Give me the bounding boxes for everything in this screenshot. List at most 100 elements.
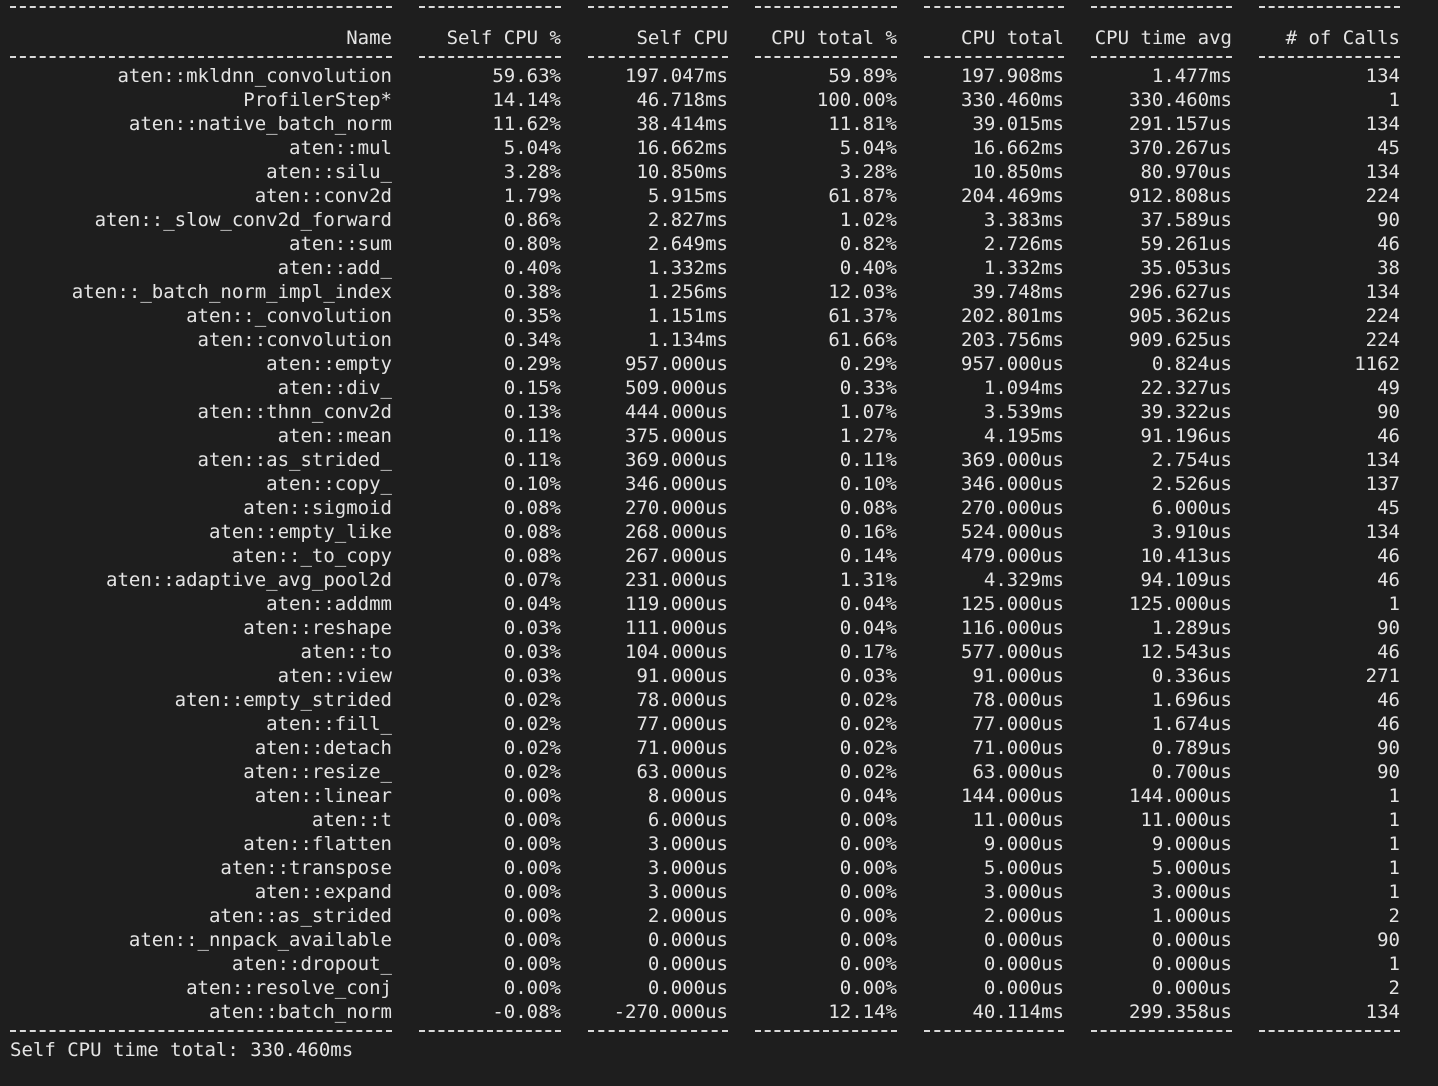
metric-cell: 12.14% — [828, 1001, 897, 1023]
metric-cell: 63.000us — [636, 761, 728, 783]
metric-cell: 0.000us — [647, 977, 728, 999]
op-name-cell: aten::empty_strided — [174, 689, 392, 711]
metric-cell: 524.000us — [961, 521, 1064, 543]
table-row: aten::as_strided_ 0.11% 369.000us 0.11% 369.… — [10, 448, 1420, 472]
metric-cell: 78.000us — [636, 689, 728, 711]
metric-cell: 134 — [1365, 449, 1400, 471]
table-row: aten::addmm 0.04% 119.000us 0.04% 125.000us 1… — [10, 592, 1420, 616]
op-name-cell: aten::mul — [289, 137, 392, 159]
table-row: aten::empty_strided 0.02% 78.000us 0.02% 78.… — [10, 688, 1420, 712]
metric-cell: 0.29% — [503, 353, 561, 375]
metric-cell: 0.00% — [503, 857, 561, 879]
metric-cell: 375.000us — [625, 425, 728, 447]
metric-cell: 0.02% — [503, 761, 561, 783]
op-name-cell: aten::_batch_norm_impl_index — [71, 281, 392, 303]
op-name-cell: aten::silu_ — [266, 161, 392, 183]
metric-cell: 1.332ms — [647, 257, 728, 279]
metric-cell: 14.14% — [492, 89, 561, 111]
metric-cell: 90 — [1377, 929, 1400, 951]
metric-cell: 5.000us — [983, 857, 1064, 879]
metric-cell: 0.000us — [983, 929, 1064, 951]
table-row: aten::_convolution 0.35% 1.151ms 61.37% 202.… — [10, 304, 1420, 328]
metric-cell: -270.000us — [613, 1001, 728, 1023]
metric-cell: 46 — [1377, 713, 1400, 735]
metric-cell: 2.827ms — [647, 209, 728, 231]
metric-cell: 0.02% — [839, 689, 897, 711]
table-row: aten::convolution 0.34% 1.134ms 61.66% 203.7… — [10, 328, 1420, 352]
metric-cell: 46 — [1377, 689, 1400, 711]
metric-cell: 0.11% — [839, 449, 897, 471]
metric-cell: 1.000us — [1151, 905, 1232, 927]
metric-cell: 0.00% — [839, 977, 897, 999]
metric-cell: 6.000us — [1151, 497, 1232, 519]
metric-cell: 1 — [1388, 593, 1400, 615]
metric-cell: 46 — [1377, 641, 1400, 663]
metric-cell: 0.00% — [503, 785, 561, 807]
metric-cell: 0.03% — [839, 665, 897, 687]
table-row: aten::as_strided 0.00% 2.000us 0.00% 2.000us… — [10, 904, 1420, 928]
metric-cell: 346.000us — [625, 473, 728, 495]
metric-cell: 12.03% — [828, 281, 897, 303]
metric-cell: 3.000us — [1151, 881, 1232, 903]
table-row: aten::empty 0.29% 957.000us 0.29% 957.000us 0… — [10, 352, 1420, 376]
metric-cell: 63.000us — [972, 761, 1064, 783]
op-name-cell: aten::empty — [266, 353, 392, 375]
table-row: aten::expand 0.00% 3.000us 0.00% 3.000us 3.00… — [10, 880, 1420, 904]
metric-cell: 3.000us — [647, 881, 728, 903]
metric-cell: 1.696us — [1151, 689, 1232, 711]
metric-cell: 270.000us — [961, 497, 1064, 519]
metric-cell: 0.34% — [503, 329, 561, 351]
op-name-cell: aten::sigmoid — [243, 497, 392, 519]
metric-cell: 0.00% — [503, 929, 561, 951]
metric-cell: 80.970us — [1140, 161, 1232, 183]
table-row: aten::fill_ 0.02% 77.000us 0.02% 77.000us 1.6… — [10, 712, 1420, 736]
metric-cell: 1 — [1388, 857, 1400, 879]
metric-cell: 224 — [1365, 185, 1400, 207]
table-body: aten::mkldnn_convolution 59.63% 197.047ms 5… — [10, 64, 1420, 1024]
metric-cell: 0.000us — [647, 929, 728, 951]
table-row: aten::transpose 0.00% 3.000us 0.00% 5.000us 5… — [10, 856, 1420, 880]
table-row: aten::detach 0.02% 71.000us 0.02% 71.000us 0.… — [10, 736, 1420, 760]
metric-cell: 444.000us — [625, 401, 728, 423]
column-header: CPU total — [961, 27, 1064, 49]
metric-cell: 2.649ms — [647, 233, 728, 255]
metric-cell: 35.053us — [1140, 257, 1232, 279]
column-header: CPU total % — [771, 27, 897, 49]
op-name-cell: aten::add_ — [277, 257, 392, 279]
metric-cell: 0.04% — [503, 593, 561, 615]
metric-cell: 0.40% — [839, 257, 897, 279]
metric-cell: 1 — [1388, 833, 1400, 855]
metric-cell: 0.08% — [503, 545, 561, 567]
metric-cell: 45 — [1377, 497, 1400, 519]
metric-cell: 0.29% — [839, 353, 897, 375]
metric-cell: 0.02% — [839, 713, 897, 735]
metric-cell: 134 — [1365, 281, 1400, 303]
metric-cell: 0.00% — [839, 857, 897, 879]
table-row: aten::reshape 0.03% 111.000us 0.04% 116.000u… — [10, 616, 1420, 640]
metric-cell: 0.00% — [839, 905, 897, 927]
metric-cell: 137 — [1365, 473, 1400, 495]
metric-cell: 224 — [1365, 305, 1400, 327]
op-name-cell: aten::mkldnn_convolution — [117, 65, 392, 87]
metric-cell: 119.000us — [625, 593, 728, 615]
metric-cell: 90 — [1377, 761, 1400, 783]
metric-cell: 3.000us — [647, 833, 728, 855]
metric-cell: 61.87% — [828, 185, 897, 207]
metric-cell: 509.000us — [625, 377, 728, 399]
table-row: aten::view 0.03% 91.000us 0.03% 91.000us 0.33… — [10, 664, 1420, 688]
metric-cell: 0.08% — [839, 497, 897, 519]
metric-cell: 197.908ms — [961, 65, 1064, 87]
op-name-cell: aten::flatten — [243, 833, 392, 855]
table-row: aten::dropout_ 0.00% 0.000us 0.00% 0.000us 0.… — [10, 952, 1420, 976]
metric-cell: 0.02% — [839, 737, 897, 759]
metric-cell: 1 — [1388, 809, 1400, 831]
table-row: aten::silu_ 3.28% 10.850ms 3.28% 10.850ms 80.… — [10, 160, 1420, 184]
op-name-cell: aten::as_strided_ — [197, 449, 392, 471]
column-header: CPU time avg — [1094, 27, 1232, 49]
metric-cell: 330.460ms — [961, 89, 1064, 111]
metric-cell: 39.015ms — [972, 113, 1064, 135]
separator-line — [10, 1024, 1420, 1038]
metric-cell: 90 — [1377, 737, 1400, 759]
metric-cell: 1.477ms — [1151, 65, 1232, 87]
table-row: aten::copy_ 0.10% 346.000us 0.10% 346.000us 2… — [10, 472, 1420, 496]
